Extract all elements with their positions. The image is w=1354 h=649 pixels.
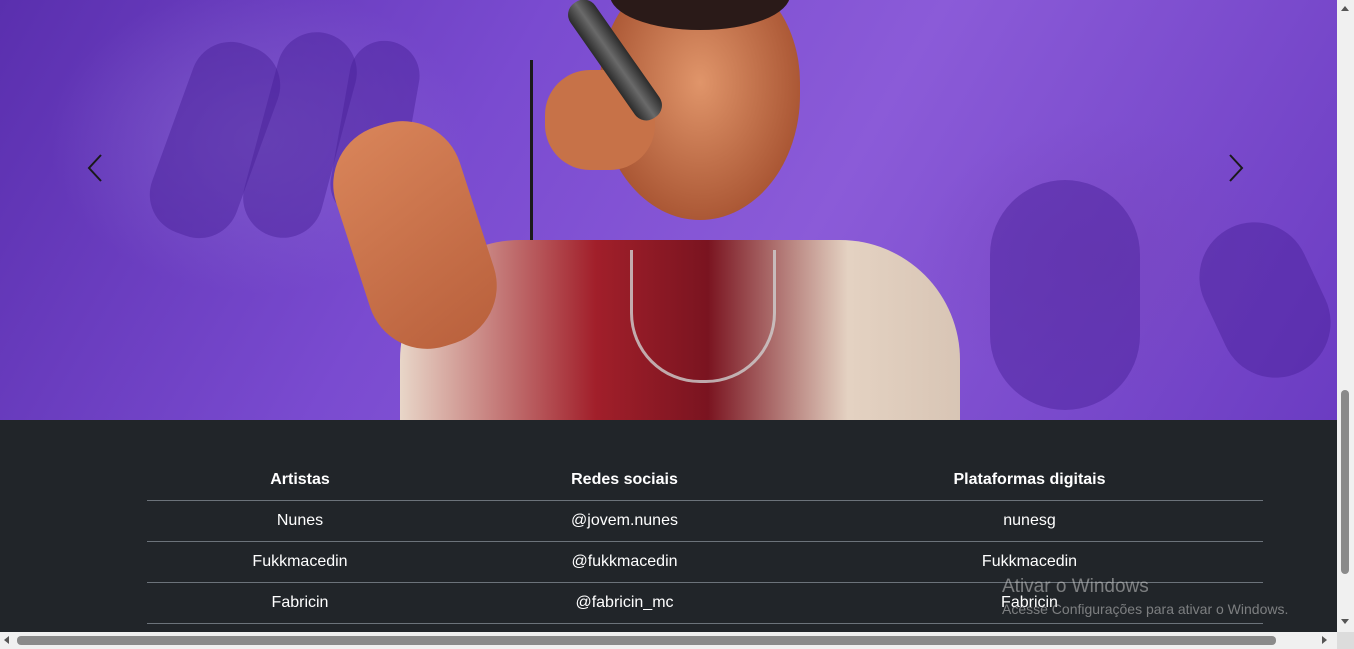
- artists-table: Artistas Redes sociais Plataformas digit…: [147, 460, 1263, 624]
- artist-name: Nunes: [147, 500, 453, 542]
- chevron-left-icon: [83, 152, 107, 189]
- table-row: Nunes @jovem.nunes nunesg: [147, 500, 1263, 542]
- scroll-left-arrow-icon[interactable]: [4, 636, 9, 644]
- artist-social: @fukkmacedin: [453, 541, 796, 583]
- scroll-up-arrow-icon[interactable]: [1341, 6, 1349, 11]
- artist-social: @jovem.nunes: [453, 500, 796, 542]
- artist-platform: Fabricin: [796, 582, 1263, 624]
- vertical-scrollbar[interactable]: [1337, 0, 1354, 632]
- artist-name: Fukkmacedin: [147, 541, 453, 583]
- header-artistas: Artistas: [147, 460, 453, 501]
- carousel-prev-button[interactable]: [75, 150, 115, 190]
- table-row: Fabricin @fabricin_mc Fabricin: [147, 582, 1263, 624]
- hero-carousel: [0, 0, 1337, 420]
- scroll-right-arrow-icon[interactable]: [1322, 636, 1327, 644]
- header-redes-sociais: Redes sociais: [453, 460, 796, 501]
- header-plataformas-digitais: Plataformas digitais: [796, 460, 1263, 501]
- artist-platform: nunesg: [796, 500, 1263, 542]
- artist-social: @fabricin_mc: [453, 582, 796, 624]
- artist-platform: Fukkmacedin: [796, 541, 1263, 583]
- scroll-down-arrow-icon[interactable]: [1341, 619, 1349, 624]
- scrollbar-corner: [1337, 632, 1354, 649]
- table-row: Fukkmacedin @fukkmacedin Fukkmacedin: [147, 541, 1263, 583]
- table-header-row: Artistas Redes sociais Plataformas digit…: [147, 460, 1263, 501]
- horizontal-scrollbar-thumb[interactable]: [17, 636, 1276, 645]
- artists-table-container: Artistas Redes sociais Plataformas digit…: [147, 460, 1263, 624]
- carousel-slide-image: [0, 0, 1337, 420]
- artist-name: Fabricin: [147, 582, 453, 624]
- horizontal-scrollbar[interactable]: [0, 632, 1337, 649]
- page-viewport: Artistas Redes sociais Plataformas digit…: [0, 0, 1337, 632]
- chevron-right-icon: [1224, 152, 1248, 189]
- vertical-scrollbar-thumb[interactable]: [1341, 390, 1349, 574]
- carousel-next-button[interactable]: [1216, 150, 1256, 190]
